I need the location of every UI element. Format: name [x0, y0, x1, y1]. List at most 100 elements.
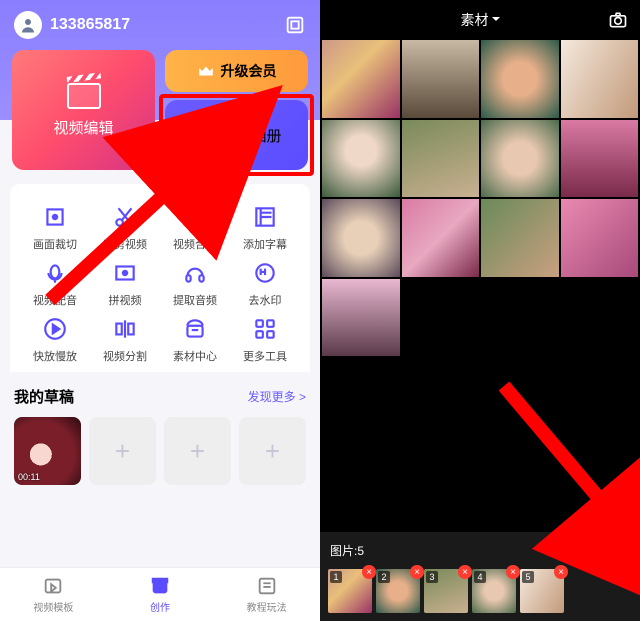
nav-icon — [256, 575, 278, 597]
remove-icon[interactable]: × — [362, 565, 376, 579]
draft-add[interactable]: + — [89, 417, 156, 485]
draft-duration: 00:11 — [18, 472, 40, 482]
subtitle-icon — [250, 202, 280, 232]
tool-label: 提取音频 — [173, 292, 217, 308]
dub-icon — [40, 258, 70, 288]
gallery-thumb[interactable] — [402, 199, 480, 277]
remove-icon[interactable]: × — [506, 565, 520, 579]
drafts-title: 我的草稿 — [14, 386, 74, 407]
gallery-thumb[interactable] — [322, 40, 400, 118]
vip-card[interactable]: 升级会员 — [165, 50, 308, 92]
vip-label: 升级会员 — [221, 61, 277, 81]
draft-item[interactable]: 00:11 — [14, 417, 81, 485]
plus-icon: + — [265, 436, 280, 467]
tool-label: 添加字幕 — [243, 236, 287, 252]
gallery-thumb[interactable] — [561, 199, 639, 277]
tool-label: 裁剪视频 — [103, 236, 147, 252]
tool-cut[interactable]: 裁剪视频 — [90, 202, 160, 252]
cut-icon — [110, 202, 140, 232]
tool-more-tools[interactable]: 更多工具 — [230, 314, 300, 364]
selection-index: 4 — [474, 571, 486, 583]
tool-extract-audio[interactable]: 提取音频 — [160, 258, 230, 308]
gallery-thumb[interactable] — [322, 199, 400, 277]
selection-index: 2 — [378, 571, 390, 583]
tool-stitch[interactable]: 拼视频 — [90, 258, 160, 308]
selected-thumb[interactable]: 5× — [520, 569, 564, 613]
gallery-thumb[interactable] — [322, 279, 400, 357]
speed-icon — [40, 314, 70, 344]
remove-icon[interactable]: × — [554, 565, 568, 579]
selection-index: 3 — [426, 571, 438, 583]
gallery-thumb[interactable] — [561, 40, 639, 118]
tool-label: 更多工具 — [243, 348, 287, 364]
draft-add[interactable]: + — [164, 417, 231, 485]
tool-merge[interactable]: 视频合并 — [160, 202, 230, 252]
drafts-more-link[interactable]: 发现更多 > — [248, 388, 306, 405]
crop-icon — [40, 202, 70, 232]
extract-audio-icon — [180, 258, 210, 288]
selected-thumb[interactable]: 1× — [328, 569, 372, 613]
crown-icon — [197, 62, 215, 80]
gallery-thumb[interactable] — [402, 120, 480, 198]
stitch-icon — [110, 258, 140, 288]
draft-add[interactable]: + — [239, 417, 306, 485]
tool-remove-watermark[interactable]: 去水印 — [230, 258, 300, 308]
plus-icon: + — [190, 436, 205, 467]
merge-icon — [180, 202, 210, 232]
gallery-thumb[interactable] — [322, 120, 400, 198]
selected-thumb[interactable]: 4× — [472, 569, 516, 613]
selection-count: 图片:5 — [330, 542, 364, 559]
gallery-thumb[interactable] — [481, 199, 559, 277]
nav-label: 教程玩法 — [247, 599, 287, 614]
video-edit-label: 视频编辑 — [53, 117, 113, 138]
remove-icon[interactable]: × — [458, 565, 472, 579]
avatar[interactable] — [14, 11, 42, 39]
tool-split[interactable]: 视频分割 — [90, 314, 160, 364]
selection-index: 5 — [522, 571, 534, 583]
nav-icon — [42, 575, 64, 597]
clapper-icon — [67, 83, 101, 109]
tool-label: 画面裁切 — [33, 236, 77, 252]
gallery-thumb[interactable] — [481, 40, 559, 118]
next-button[interactable]: 下一步 — [578, 538, 630, 563]
tool-crop[interactable]: 画面裁切 — [20, 202, 90, 252]
selected-thumb[interactable]: 2× — [376, 569, 420, 613]
tool-label: 快放慢放 — [33, 348, 77, 364]
tool-label: 视频合并 — [173, 236, 217, 252]
tool-label: 去水印 — [249, 292, 282, 308]
tool-speed[interactable]: 快放慢放 — [20, 314, 90, 364]
scan-icon[interactable] — [284, 14, 306, 36]
tool-label: 视频分割 — [103, 348, 147, 364]
nav-label: 创作 — [150, 599, 170, 614]
user-id: 133865817 — [50, 16, 284, 34]
material-center-icon — [180, 314, 210, 344]
nav-2[interactable]: 教程玩法 — [213, 568, 320, 621]
plus-icon: + — [115, 436, 130, 467]
tool-label: 视频配音 — [33, 292, 77, 308]
nav-1[interactable]: 创作 — [107, 568, 214, 621]
album-card[interactable]: 电子相册 — [165, 100, 308, 170]
tool-subtitle[interactable]: 添加字幕 — [230, 202, 300, 252]
gallery-thumb[interactable] — [402, 40, 480, 118]
nav-0[interactable]: 视频模板 — [0, 568, 107, 621]
annotation-arrow — [494, 376, 634, 541]
tool-dub[interactable]: 视频配音 — [20, 258, 90, 308]
more-tools-icon — [250, 314, 280, 344]
gallery-thumb[interactable] — [481, 120, 559, 198]
tool-label: 拼视频 — [109, 292, 142, 308]
photo-icon — [191, 124, 213, 146]
selected-thumb[interactable]: 3× — [424, 569, 468, 613]
split-icon — [110, 314, 140, 344]
tool-material-center[interactable]: 素材中心 — [160, 314, 230, 364]
tool-label: 素材中心 — [173, 348, 217, 364]
video-edit-card[interactable]: 视频编辑 — [12, 50, 155, 170]
gallery-thumb[interactable] — [561, 120, 639, 198]
nav-icon — [149, 575, 171, 597]
album-label: 电子相册 — [221, 125, 281, 146]
remove-watermark-icon — [250, 258, 280, 288]
camera-icon[interactable] — [608, 10, 628, 33]
selection-index: 1 — [330, 571, 342, 583]
material-dropdown[interactable]: 素材 — [461, 10, 500, 30]
nav-label: 视频模板 — [33, 599, 73, 614]
remove-icon[interactable]: × — [410, 565, 424, 579]
